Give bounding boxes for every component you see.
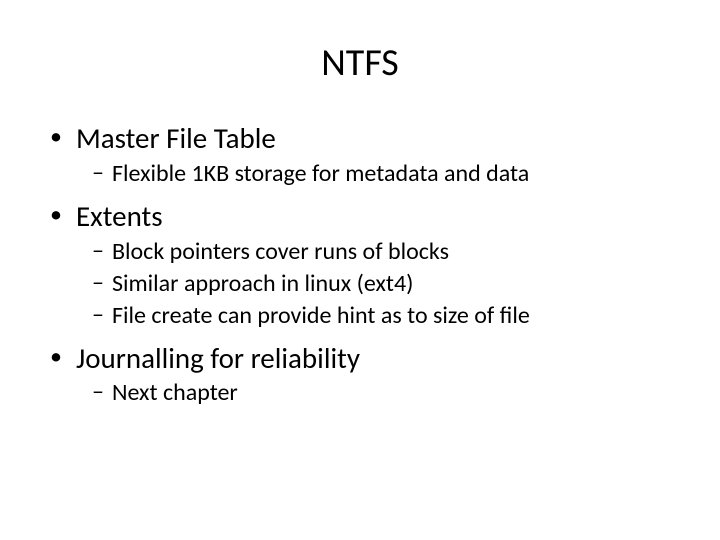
bullet-dash-icon: – <box>92 378 104 407</box>
bullet-dash-icon: – <box>92 269 104 298</box>
bullet-group-1: • Extents – Block pointers cover runs of… <box>40 199 680 331</box>
bullet-dot-icon: • <box>50 123 62 151</box>
bullet-l2-text: Similar approach in linux (ext4) <box>112 269 413 299</box>
bullet-dot-icon: • <box>50 201 62 229</box>
bullet-l2-1-1: – Similar approach in linux (ext4) <box>92 269 680 299</box>
bullet-l2-text: Block pointers cover runs of blocks <box>112 237 449 267</box>
bullet-l2-text: Next chapter <box>112 378 238 408</box>
bullet-l2-0-0: – Flexible 1KB storage for metadata and … <box>92 159 680 189</box>
bullet-l2-2-0: – Next chapter <box>92 378 680 408</box>
bullet-group-2: • Journalling for reliability – Next cha… <box>40 341 680 409</box>
bullet-l2-1-2: – File create can provide hint as to siz… <box>92 301 680 331</box>
bullet-l2-1-0: – Block pointers cover runs of blocks <box>92 237 680 267</box>
bullet-l1-1: • Extents <box>50 199 680 234</box>
bullet-dash-icon: – <box>92 237 104 266</box>
bullet-dash-icon: – <box>92 301 104 330</box>
bullet-l1-text: Extents <box>76 199 163 234</box>
bullet-l1-0: • Master File Table <box>50 121 680 156</box>
bullet-l1-2: • Journalling for reliability <box>50 341 680 376</box>
bullet-dash-icon: – <box>92 159 104 188</box>
bullet-group-0: • Master File Table – Flexible 1KB stora… <box>40 121 680 189</box>
bullet-dot-icon: • <box>50 343 62 371</box>
bullet-l2-text: Flexible 1KB storage for metadata and da… <box>112 159 529 189</box>
bullet-l1-text: Master File Table <box>76 121 276 156</box>
bullet-l1-text: Journalling for reliability <box>76 341 360 376</box>
bullet-l2-text: File create can provide hint as to size … <box>112 301 530 331</box>
slide-title: NTFS <box>40 40 680 86</box>
